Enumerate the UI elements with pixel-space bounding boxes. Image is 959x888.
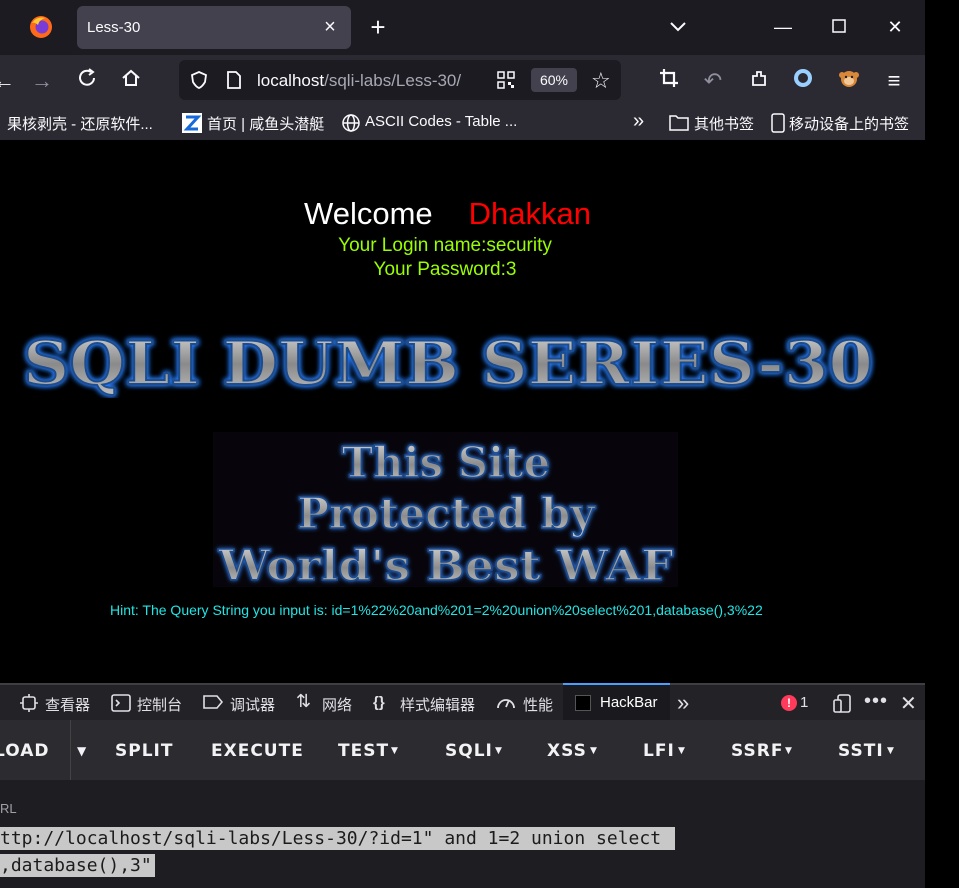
- forward-icon[interactable]: →: [28, 67, 56, 95]
- close-devtools-icon[interactable]: ✕: [900, 691, 917, 716]
- chevron-down-icon[interactable]: ▼: [678, 746, 686, 756]
- bookmark-item[interactable]: 首页 | 咸鱼头潜艇: [207, 113, 324, 134]
- url-field-line-2[interactable]: ,database(),3": [0, 854, 155, 877]
- crop-icon[interactable]: [655, 67, 683, 95]
- login-name-text: Your Login name:security: [338, 235, 552, 256]
- url-field-label: RL: [0, 801, 17, 816]
- undo-icon[interactable]: ↶: [699, 67, 727, 95]
- bookmark-item[interactable]: ASCII Codes - Table ...: [365, 113, 517, 130]
- more-bookmarks-icon[interactable]: »: [633, 110, 644, 133]
- page-icon: [225, 70, 243, 95]
- monkey-extension-icon[interactable]: [835, 67, 863, 95]
- lfi-menu-button[interactable]: LFI: [643, 741, 675, 761]
- close-window-icon[interactable]: ✕: [881, 14, 909, 40]
- firefox-logo-icon[interactable]: [28, 14, 54, 40]
- bookmarks-toolbar: 果核剥壳 - 还原软件... 首页 | 咸鱼头潜艇 ASCII Codes - …: [0, 105, 925, 140]
- hackbar-icon[interactable]: [575, 695, 591, 711]
- tab-network[interactable]: 网络: [322, 694, 352, 715]
- zoom-level-badge[interactable]: 60%: [531, 68, 577, 92]
- mobile-device-icon: [771, 113, 785, 137]
- waf-line-3: World's Best WAF: [217, 541, 673, 587]
- load-button[interactable]: LOAD: [0, 741, 50, 761]
- tab-performance[interactable]: 性能: [523, 694, 553, 715]
- tab-debugger[interactable]: 调试器: [230, 694, 275, 715]
- maximize-icon[interactable]: [825, 14, 853, 40]
- tab-less-30[interactable]: Less-30 ×: [77, 6, 351, 49]
- zhihu-z-icon: [182, 113, 202, 133]
- ssti-menu-button[interactable]: SSTI: [838, 741, 884, 761]
- tab-hackbar[interactable]: HackBar: [600, 694, 658, 711]
- tab-style-editor[interactable]: 样式编辑器: [400, 694, 475, 715]
- execute-button[interactable]: EXECUTE: [211, 741, 304, 761]
- qr-code-icon[interactable]: [497, 71, 515, 94]
- chevron-down-icon[interactable]: ▼: [590, 746, 598, 756]
- tab-title: Less-30: [87, 19, 141, 36]
- reload-icon[interactable]: [73, 67, 101, 95]
- shield-icon[interactable]: [189, 70, 209, 95]
- url-path: /sqli-labs/Less-30/: [324, 71, 462, 90]
- more-tabs-icon[interactable]: »: [677, 690, 689, 716]
- welcome-text: Welcome: [304, 196, 433, 231]
- responsive-design-icon[interactable]: [833, 694, 851, 718]
- bookmark-folder-other[interactable]: 其他书签: [694, 113, 754, 134]
- chevron-down-icon[interactable]: ▼: [887, 746, 895, 756]
- chevron-down-icon[interactable]: ▼: [785, 746, 793, 756]
- error-icon[interactable]: !: [781, 695, 797, 711]
- error-count[interactable]: 1: [800, 694, 808, 711]
- divider: [70, 720, 71, 780]
- window-edge: [925, 0, 959, 888]
- console-icon[interactable]: [111, 694, 131, 716]
- url-field-line-1[interactable]: ttp://localhost/sqli-labs/Less-30/?id=1"…: [0, 827, 675, 850]
- style-editor-icon[interactable]: {}: [373, 694, 385, 711]
- sqli-menu-button[interactable]: SQLI: [445, 741, 493, 761]
- waf-line-1: This Site: [342, 438, 550, 487]
- password-text: Your Password:3: [373, 259, 517, 280]
- split-button[interactable]: SPLIT: [115, 741, 173, 761]
- debugger-icon[interactable]: [203, 694, 224, 714]
- tab-strip: Less-30 × + — ✕: [0, 0, 925, 55]
- test-menu-button[interactable]: TEST: [338, 741, 389, 761]
- hackbar-body: RL ttp://localhost/sqli-labs/Less-30/?id…: [0, 780, 925, 888]
- tab-console[interactable]: 控制台: [137, 694, 182, 715]
- chevron-down-icon[interactable]: ▼: [495, 746, 503, 756]
- url-text[interactable]: localhost/sqli-labs/Less-30/: [257, 71, 461, 91]
- more-options-icon[interactable]: •••: [864, 690, 888, 713]
- banner-title: SQLI DUMB SERIES-30: [23, 329, 873, 398]
- devtools-tab-bar: | 查看器 控制台 调试器 ⇅ 网络 {} 样式编辑器 性能 HackBar »…: [0, 683, 925, 720]
- bookmark-star-icon[interactable]: ☆: [591, 68, 611, 94]
- list-tabs-icon[interactable]: [664, 14, 692, 40]
- home-icon[interactable]: [117, 67, 145, 95]
- url-host: localhost: [257, 71, 325, 90]
- new-tab-icon[interactable]: +: [366, 14, 390, 40]
- query-hint-text: Hint: The Query String you input is: id=…: [110, 602, 763, 618]
- welcome-heading: Welcome Dhakkan: [0, 196, 895, 232]
- circle-extension-icon[interactable]: [789, 67, 817, 95]
- close-tab-icon[interactable]: ×: [319, 16, 341, 38]
- performance-icon[interactable]: [496, 694, 516, 716]
- ssrf-menu-button[interactable]: SSRF: [731, 741, 783, 761]
- minimize-icon[interactable]: —: [769, 14, 797, 40]
- chevron-down-icon[interactable]: ▼: [391, 746, 399, 756]
- navigation-toolbar: ← → localhost/sqli-labs/Less-30/ 60% ☆ ↶…: [0, 55, 925, 105]
- back-icon[interactable]: ←: [0, 67, 18, 95]
- url-bar[interactable]: localhost/sqli-labs/Less-30/ 60% ☆: [179, 60, 621, 100]
- folder-icon: [669, 114, 689, 135]
- waf-banner: This Site Protected by World's Best WAF: [213, 432, 678, 591]
- url-field[interactable]: ttp://localhost/sqli-labs/Less-30/?id=1"…: [0, 827, 675, 877]
- tab-inspector[interactable]: 查看器: [45, 694, 90, 715]
- inspector-icon[interactable]: [20, 694, 38, 716]
- extensions-icon[interactable]: [745, 67, 773, 95]
- load-dropdown-icon[interactable]: ▼: [77, 744, 87, 758]
- bookmark-item[interactable]: 果核剥壳 - 还原软件...: [7, 113, 153, 134]
- welcome-user-name: Dhakkan: [468, 196, 591, 231]
- menu-icon[interactable]: ≡: [880, 67, 908, 95]
- xss-menu-button[interactable]: XSS: [547, 741, 587, 761]
- series-banner: SQLI DUMB SERIES-30: [22, 328, 874, 398]
- page-content: Welcome Dhakkan Your Login name:security …: [0, 140, 925, 683]
- bookmark-folder-mobile[interactable]: 移动设备上的书签: [789, 113, 909, 134]
- hackbar-toolbar: LOAD ▼ SPLIT EXECUTE TEST ▼ SQLI ▼ XSS ▼…: [0, 720, 925, 780]
- network-icon[interactable]: ⇅: [296, 691, 311, 712]
- waf-line-2: Protected by: [297, 489, 596, 538]
- globe-icon: [341, 113, 361, 137]
